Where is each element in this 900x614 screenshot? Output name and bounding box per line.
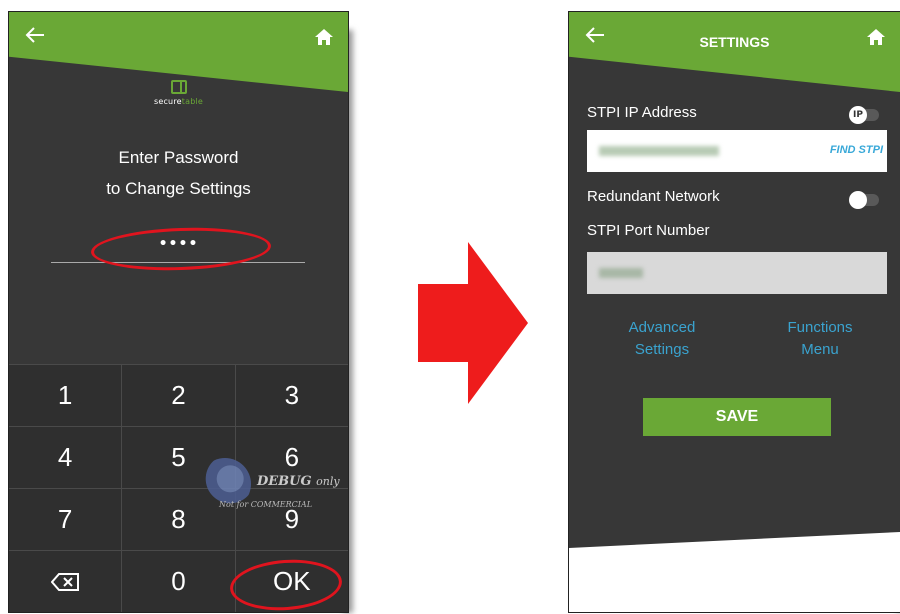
redundant-toggle-knob — [849, 191, 867, 209]
key-backspace[interactable] — [9, 551, 121, 612]
functions-line-2: Menu — [801, 341, 839, 358]
keypad-row: 1 2 3 — [9, 364, 348, 426]
logo-prefix: secure — [153, 97, 182, 106]
page-title: SETTINGS — [699, 34, 770, 50]
backspace-icon — [51, 572, 80, 591]
save-button[interactable]: SAVE — [643, 398, 831, 436]
bottom-wedge — [569, 532, 900, 612]
advanced-settings-link[interactable]: Advanced Settings — [617, 317, 707, 361]
ip-address-value-redacted — [599, 146, 719, 156]
ip-toggle-knob: IP — [849, 106, 867, 124]
watermark-title: DEBUG — [257, 474, 312, 489]
ip-address-field[interactable]: FIND STPI — [587, 130, 887, 172]
prompt-line-2: to Change Settings — [106, 179, 251, 198]
redundant-network-toggle[interactable] — [849, 191, 879, 209]
debug-watermark: DEBUG only Not for COMMERCIAL — [195, 456, 348, 526]
logo-mark-icon — [170, 80, 187, 94]
functions-menu-link[interactable]: Functions Menu — [765, 317, 875, 361]
password-screen: securetable Enter Password to Change Set… — [8, 11, 349, 613]
key-3[interactable]: 3 — [234, 365, 348, 426]
functions-line-1: Functions — [787, 319, 853, 336]
port-number-label: STPI Port Number — [587, 222, 710, 239]
logo-suffix: table — [181, 97, 204, 106]
prompt-line-1: Enter Password — [118, 148, 239, 167]
advanced-line-2: Settings — [634, 341, 690, 358]
securetable-logo: securetable — [9, 80, 348, 106]
advanced-line-1: Advanced — [628, 319, 696, 336]
settings-screen: SETTINGS STPI IP Address IP FIND STPI Re… — [568, 11, 900, 613]
key-2[interactable]: 2 — [121, 365, 234, 426]
ip-address-label: STPI IP Address — [587, 104, 697, 121]
header-bar — [569, 12, 900, 92]
port-number-field[interactable] — [587, 252, 887, 294]
home-icon[interactable] — [866, 28, 886, 46]
watermark-title-suffix: only — [316, 475, 340, 488]
home-icon[interactable] — [314, 28, 334, 46]
port-value-redacted — [599, 268, 643, 278]
key-1[interactable]: 1 — [9, 365, 121, 426]
key-7[interactable]: 7 — [9, 489, 121, 550]
key-0[interactable]: 0 — [121, 551, 234, 612]
key-4[interactable]: 4 — [9, 427, 121, 488]
find-stpi-button[interactable]: FIND STPI — [830, 144, 883, 156]
right-arrow-icon — [418, 242, 528, 404]
back-arrow-icon[interactable] — [25, 26, 45, 49]
watermark-subtitle: Not for COMMERCIAL — [219, 500, 313, 509]
redundant-network-label: Redundant Network — [587, 188, 720, 205]
password-highlight-circle — [90, 224, 272, 274]
ip-toggle[interactable]: IP — [849, 106, 879, 124]
